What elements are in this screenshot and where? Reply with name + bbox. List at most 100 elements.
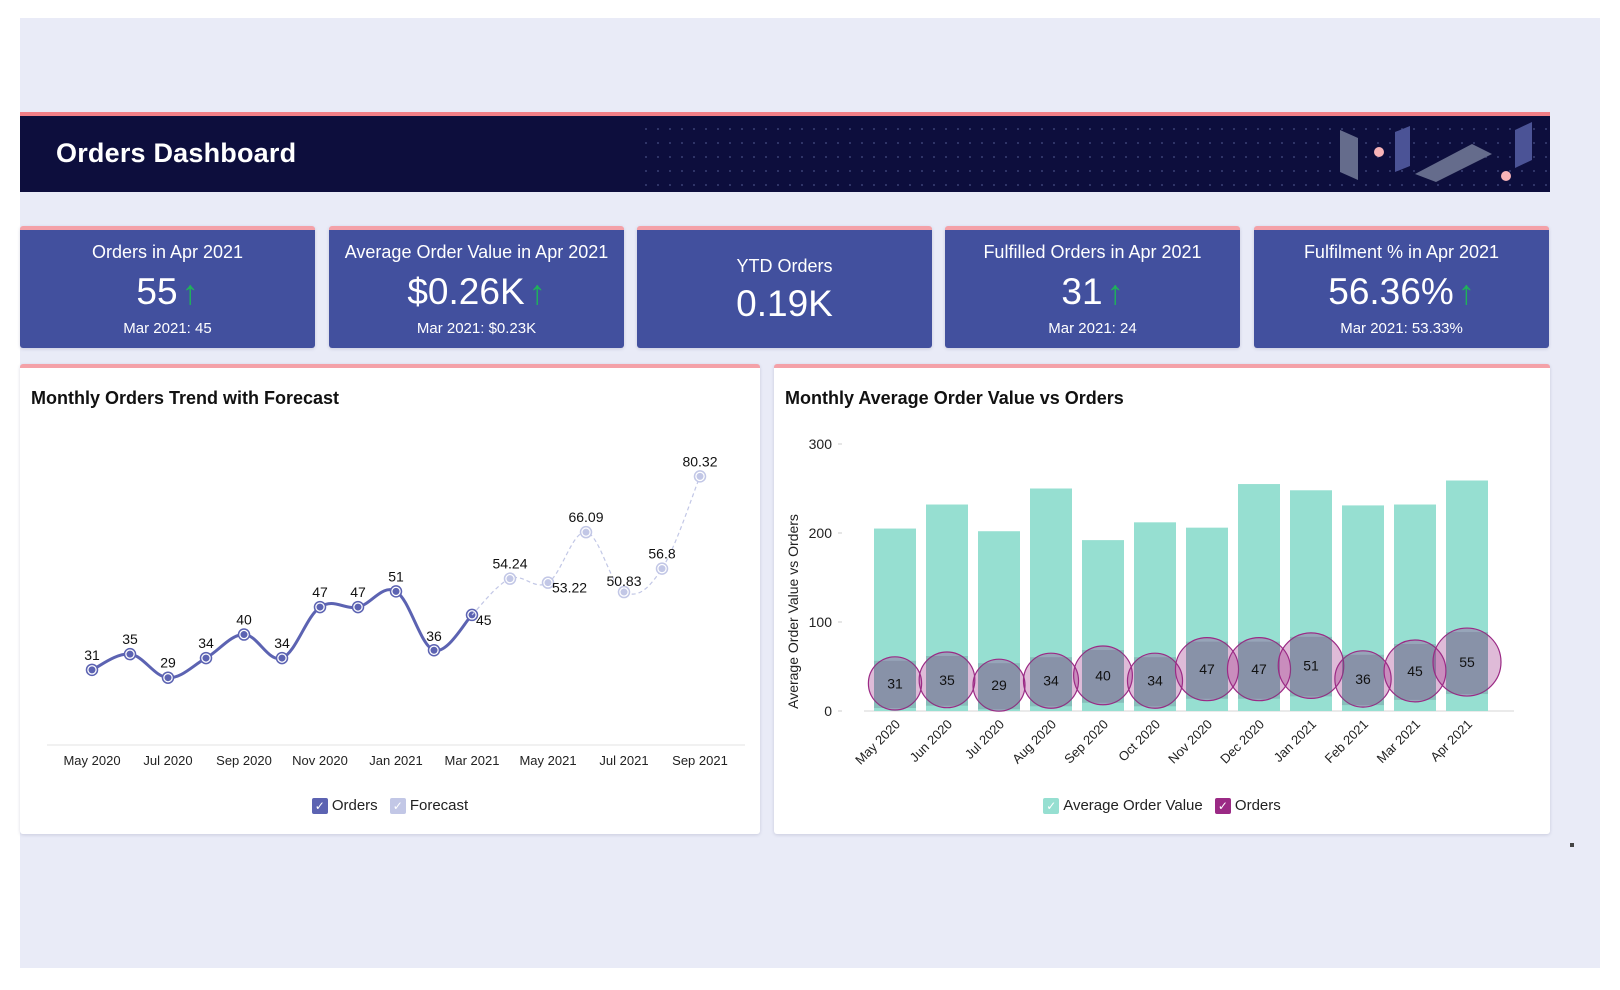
kpi-comparison: Mar 2021: 24 <box>1048 320 1137 337</box>
kpi-value: 31 ↑ <box>945 271 1240 314</box>
kpi-title: Orders in Apr 2021 <box>91 242 244 262</box>
orders-point-core <box>278 654 286 662</box>
orders-bubble-label: 36 <box>1355 671 1371 687</box>
kpi-value-text: 31 <box>1061 271 1103 312</box>
legend-item-orders[interactable]: ✓ Orders <box>1214 797 1281 814</box>
x-tick-label: Mar 2021 <box>1374 717 1423 766</box>
x-tick-label: Nov 2020 <box>292 753 348 768</box>
y-tick-label: 100 <box>809 614 833 630</box>
kpi-card-fulfilled-orders[interactable]: Fulfilled Orders in Apr 2021 31 ↑ Mar 202… <box>945 226 1240 348</box>
orders-data-label: 47 <box>350 584 366 600</box>
forecast-point-core <box>582 528 590 536</box>
kpi-card-fulfilment-percent[interactable]: Fulfilment % in Apr 2021 56.36% ↑ Mar 202… <box>1254 226 1549 348</box>
orders-point-core <box>430 646 438 654</box>
legend-label: Forecast <box>409 797 469 814</box>
arrow-up-icon: ↑ <box>1457 274 1475 312</box>
kpi-value: $0.26K ↑ <box>329 271 624 314</box>
orders-data-label: 34 <box>274 635 290 651</box>
forecast-data-label: 50.83 <box>606 573 641 589</box>
x-tick-label: Feb 2021 <box>1322 717 1371 766</box>
orders-bubble-label: 34 <box>1043 673 1059 689</box>
kpi-value: 56.36% ↑ <box>1254 271 1549 314</box>
forecast-point-core <box>658 565 666 573</box>
orders-bubble-label: 47 <box>1251 661 1267 677</box>
kpi-comparison: Mar 2021: 53.33% <box>1340 320 1463 337</box>
orders-point-core <box>240 631 248 639</box>
kpi-card-orders[interactable]: Orders in Apr 2021 55 ↑ Mar 2021: 45 <box>20 226 315 348</box>
resize-handle[interactable] <box>1570 843 1574 847</box>
kpi-value-text: $0.26K <box>407 271 525 312</box>
x-tick-label: Jan 2021 <box>1271 717 1319 765</box>
decor-dot <box>1374 147 1384 157</box>
legend-item-forecast[interactable]: ✓ Forecast <box>389 797 469 814</box>
x-tick-label: Apr 2021 <box>1427 717 1475 765</box>
checkbox-checked-icon: ✓ <box>1043 797 1060 814</box>
orders-point-core <box>88 666 96 674</box>
decor-dot <box>1501 171 1511 181</box>
orders-point-core <box>164 674 172 682</box>
orders-data-label: 47 <box>312 584 328 600</box>
arrow-up-icon: ↑ <box>181 274 199 312</box>
kpi-value-text: 56.36% <box>1328 271 1454 312</box>
y-tick-label: 200 <box>809 525 833 541</box>
checkbox-checked-icon: ✓ <box>389 797 406 814</box>
x-tick-label: Jun 2020 <box>907 717 955 765</box>
kpi-value: 55 ↑ <box>20 271 315 314</box>
kpi-value-text: 55 <box>136 271 178 312</box>
legend-label: Orders <box>1234 797 1281 814</box>
kpi-value: 0.19K <box>637 283 932 325</box>
x-tick-label: Aug 2020 <box>1009 717 1059 767</box>
orders-data-label: 34 <box>198 635 214 651</box>
forecast-point-core <box>544 579 552 587</box>
kpi-card-average-order-value[interactable]: Average Order Value in Apr 2021 $0.26K ↑ … <box>329 226 624 348</box>
x-tick-label: Dec 2020 <box>1217 717 1267 767</box>
x-tick-label: May 2020 <box>63 753 120 768</box>
x-tick-label: Sep 2020 <box>1061 717 1111 767</box>
x-tick-label: May 2021 <box>519 753 576 768</box>
orders-bubble-label: 35 <box>939 672 955 688</box>
arrow-up-icon: ↑ <box>528 274 546 312</box>
legend-item-average-order-value[interactable]: ✓ Average Order Value <box>1043 797 1203 814</box>
orders-bubble-label: 51 <box>1303 658 1319 674</box>
x-tick-label: Jul 2020 <box>962 717 1007 762</box>
y-axis-title: Average Order Value vs Orders <box>785 514 801 709</box>
kpi-title: Fulfilment % in Apr 2021 <box>1303 242 1500 262</box>
chart-legend: ✓ Orders ✓ Forecast <box>20 797 760 814</box>
orders-bubble-label: 31 <box>887 675 903 691</box>
legend-label: Orders <box>331 797 378 814</box>
orders-bubble-label: 55 <box>1459 654 1475 670</box>
x-tick-label: Jul 2021 <box>599 753 648 768</box>
orders-series-line <box>91 588 474 680</box>
legend-item-orders[interactable]: ✓ Orders <box>311 797 378 814</box>
orders-point-core <box>392 587 400 595</box>
checkbox-checked-icon: ✓ <box>311 797 328 814</box>
forecast-data-label: 66.09 <box>568 509 603 525</box>
forecast-point-core <box>620 588 628 596</box>
kpi-comparison: Mar 2021: $0.23K <box>416 320 537 337</box>
orders-bubble-label: 29 <box>991 677 1007 693</box>
orders-point-core <box>126 650 134 658</box>
x-tick-label: May 2020 <box>852 717 903 768</box>
orders-data-label: 36 <box>426 628 442 644</box>
orders-point-core <box>354 603 362 611</box>
forecast-data-label: 80.32 <box>682 453 717 469</box>
orders-point-core <box>316 603 324 611</box>
arrow-up-icon: ↑ <box>1106 274 1124 312</box>
x-tick-label: Nov 2020 <box>1165 717 1215 767</box>
orders-point-core <box>202 654 210 662</box>
aov-vs-orders-chart: 0 100 200 300 Average Order Value vs Orders 3… <box>785 436 1514 768</box>
orders-bubble-label: 34 <box>1147 673 1163 689</box>
x-tick-label: Jul 2020 <box>143 753 192 768</box>
orders-data-label: 29 <box>160 655 176 671</box>
x-tick-label: Sep 2020 <box>216 753 272 768</box>
decor-shape <box>1515 122 1532 168</box>
x-tick-label: Sep 2021 <box>672 753 728 768</box>
orders-trend-chart: May 2020 Jul 2020 Sep 2020 Nov 2020 Jan 2021… <box>47 453 745 768</box>
decor-shape <box>1340 130 1358 180</box>
chart-legend: ✓ Average Order Value ✓ Orders <box>774 797 1550 814</box>
orders-data-label: 40 <box>236 612 252 628</box>
y-tick-label: 0 <box>824 703 832 719</box>
kpi-value-text: 0.19K <box>736 283 833 324</box>
kpi-card-ytd-orders[interactable]: YTD Orders 0.19K <box>637 226 932 348</box>
forecast-data-label: 53.22 <box>552 580 587 596</box>
